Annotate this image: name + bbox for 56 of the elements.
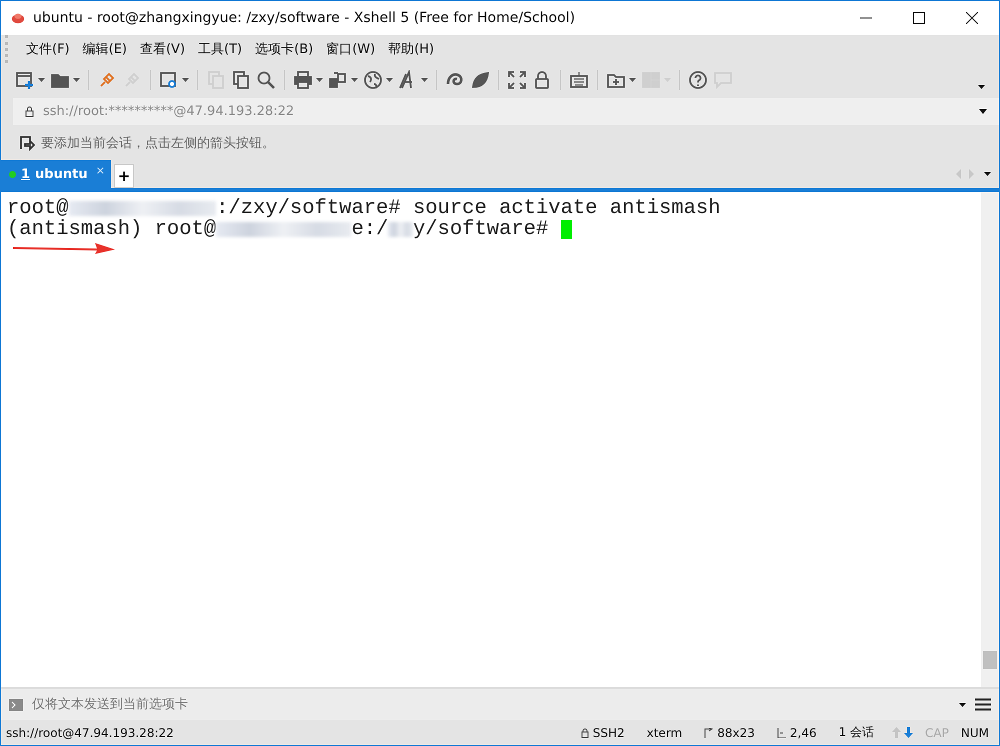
menu-item[interactable]: 选项卡(B) — [255, 40, 314, 58]
compose-bar[interactable]: 仅将文本发送到当前选项卡 — [1, 687, 999, 720]
arrow-icon[interactable] — [19, 135, 35, 151]
scrollbar[interactable] — [981, 192, 999, 687]
new-tab-button[interactable]: + — [114, 164, 134, 188]
transfer-icon[interactable] — [328, 70, 348, 90]
help-icon[interactable] — [688, 70, 708, 90]
close-icon[interactable] — [966, 12, 978, 24]
caret-icon[interactable] — [979, 108, 987, 114]
maximize-icon[interactable] — [913, 12, 925, 24]
menu-icon[interactable] — [975, 698, 991, 711]
terminal-text: :/zxy/software# source activate antismash — [216, 198, 721, 219]
menu-item[interactable]: 查看(V) — [140, 40, 186, 58]
caps-lock-indicator: CAP — [925, 726, 949, 740]
menu-item[interactable]: 工具(T) — [198, 40, 242, 58]
menu-item[interactable]: 帮助(H) — [388, 40, 434, 58]
num-lock-indicator: NUM — [960, 726, 989, 740]
protocol-text: SSH2 — [592, 726, 625, 740]
printer-icon[interactable] — [293, 70, 313, 90]
shell-icon — [10, 11, 26, 25]
tab-label: ubuntu — [35, 166, 88, 182]
caret-icon[interactable] — [978, 84, 985, 88]
globe-icon[interactable] — [363, 70, 383, 90]
lock-icon[interactable] — [532, 70, 552, 90]
menu-item[interactable]: 窗口(W) — [326, 40, 376, 58]
paste-icon[interactable] — [231, 70, 251, 90]
blurred-text — [388, 222, 413, 237]
window-title: ubuntu - root@zhangxingyue: /zxy/software - Xshell 5 (Free for Home/School) — [33, 10, 576, 26]
cursor — [560, 220, 572, 239]
terminal-icon — [9, 698, 23, 710]
new-window-icon[interactable] — [15, 70, 35, 90]
menu-item[interactable]: 编辑(E) — [82, 40, 127, 58]
fullscreen-icon[interactable] — [507, 70, 527, 90]
terminal-text: (antismash) root@ — [7, 219, 216, 240]
leaf-icon[interactable] — [470, 70, 490, 90]
resize-icon — [704, 728, 714, 738]
lock-icon — [25, 106, 34, 116]
session-tab[interactable]: 1 ubuntu × — [1, 160, 111, 188]
terminal-type-text: xterm — [646, 726, 682, 740]
position-text: 2,46 — [790, 726, 817, 740]
info-text: 要添加当前会话，点击左侧的箭头按钮。 — [41, 135, 275, 152]
status-address: ssh://root@47.94.193.28:22 — [6, 726, 174, 740]
terminal-text: e:/ — [351, 219, 388, 240]
compose-field[interactable]: 仅将文本发送到当前选项卡 — [32, 697, 950, 712]
caret-icon[interactable] — [959, 702, 966, 706]
terminal-text: y/software# — [412, 219, 550, 240]
cursor-position-icon — [776, 728, 786, 738]
caret-icon[interactable] — [984, 172, 991, 176]
keyboard-icon[interactable] — [569, 70, 589, 90]
menu-item[interactable]: 文件(F) — [26, 40, 70, 58]
sessions-text: 1 会话 — [838, 724, 874, 741]
tab-number: 1 — [21, 166, 30, 182]
search-icon[interactable] — [256, 70, 276, 90]
terminal-text: root@ — [7, 198, 69, 219]
lock-icon — [580, 728, 589, 738]
size-text: 88x23 — [717, 726, 755, 740]
